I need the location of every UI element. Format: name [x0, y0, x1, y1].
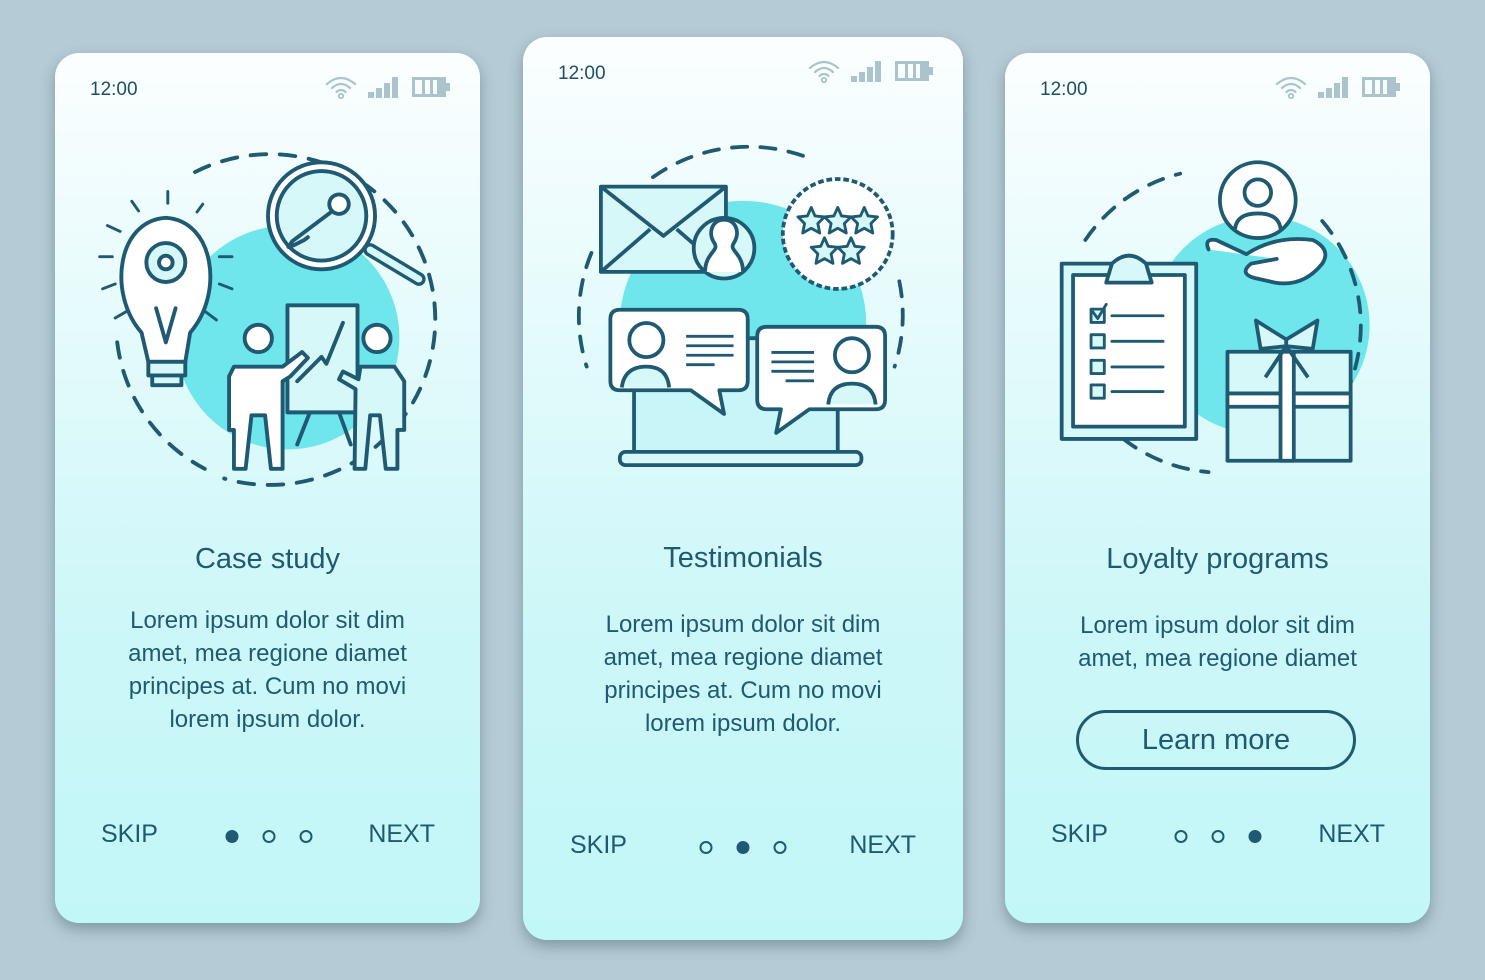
loyalty-programs-illustration [1059, 160, 1370, 474]
description-line: Lorem ipsum dolor sit dim [605, 611, 881, 638]
page-dot[interactable] [699, 841, 713, 854]
testimonials-illustration [576, 144, 905, 468]
page-dot[interactable] [1211, 830, 1224, 843]
page-dot-active[interactable] [225, 830, 239, 843]
description-line: Lorem ipsum dolor sit dim [130, 607, 405, 634]
magnifier-key-icon [265, 160, 426, 286]
skip-button[interactable]: SKIP [570, 831, 627, 860]
next-button[interactable]: NEXT [1318, 820, 1385, 849]
dashed-ring [651, 144, 812, 180]
description-line: lorem ipsum dolor. [644, 710, 842, 737]
status-time: 12:00 [558, 63, 606, 84]
page-dot[interactable] [299, 830, 313, 843]
envelope-icon [599, 184, 757, 281]
description-line: amet, mea regione diamet [1078, 645, 1357, 672]
onboarding-footer: SKIP NEXT [1005, 816, 1430, 856]
status-bar-icons [324, 75, 452, 99]
skip-button[interactable]: SKIP [1051, 820, 1108, 849]
page-indicator [225, 830, 313, 843]
onboarding-footer: SKIP NEXT [523, 827, 963, 867]
description-line: Lorem ipsum dolor sit dim [1080, 612, 1355, 639]
signal-icon [1318, 77, 1348, 98]
wifi-icon [325, 76, 357, 99]
wifi-icon [808, 60, 840, 83]
battery-icon [1362, 77, 1400, 97]
description-line: amet, mea regione diamet [128, 640, 407, 667]
screen-description: Lorem ipsum dolor sit dim amet, mea regi… [553, 608, 933, 740]
page-dot-active[interactable] [736, 841, 750, 854]
screen-description: Lorem ipsum dolor sit dim amet, mea regi… [1035, 609, 1400, 675]
screen-description: Lorem ipsum dolor sit dim amet, mea regi… [85, 604, 450, 736]
case-study-illustration [97, 152, 437, 487]
description-line: principes at. Cum no movi [128, 673, 407, 700]
status-time: 12:00 [90, 79, 138, 100]
onboarding-footer: SKIP NEXT [55, 816, 480, 856]
status-time: 12:00 [1040, 79, 1088, 100]
onboarding-screen-loyalty-programs: 12:00 Loyalty programs Lorem ipsum dolor… [1005, 53, 1430, 923]
screen-title: Case study [194, 543, 341, 575]
dashed-ring [1082, 171, 1182, 242]
page-dot[interactable] [773, 841, 787, 854]
page-dot[interactable] [262, 830, 276, 843]
next-button[interactable]: NEXT [849, 831, 916, 860]
page-dot[interactable] [1174, 830, 1187, 843]
status-bar-icons [807, 59, 935, 83]
status-bar-icons [1274, 75, 1402, 99]
description-line: principes at. Cum no movi [604, 677, 882, 704]
page-dot-active[interactable] [1248, 830, 1261, 843]
signal-icon [851, 61, 881, 82]
onboarding-screen-case-study: 12:00 Case study Lorem ipsum dolor sit d… [55, 53, 480, 923]
battery-icon [412, 77, 450, 97]
screen-title: Testimonials [663, 542, 823, 574]
checklist-clipboard-icon [1059, 253, 1198, 441]
skip-button[interactable]: SKIP [101, 820, 158, 849]
next-button[interactable]: NEXT [368, 820, 435, 849]
battery-icon [895, 61, 933, 81]
onboarding-screen-testimonials: 12:00 Testimonials Lorem ipsum dolor sit… [523, 37, 963, 940]
page-indicator [1174, 830, 1261, 843]
rating-badge-icon [780, 177, 895, 291]
description-line: lorem ipsum dolor. [169, 706, 366, 733]
wifi-icon [1275, 76, 1307, 99]
screen-title: Loyalty programs [1106, 543, 1329, 575]
page-indicator [699, 841, 787, 854]
signal-icon [368, 77, 398, 98]
description-line: amet, mea regione diamet [603, 644, 883, 671]
learn-more-button[interactable]: Learn more [1076, 710, 1356, 770]
